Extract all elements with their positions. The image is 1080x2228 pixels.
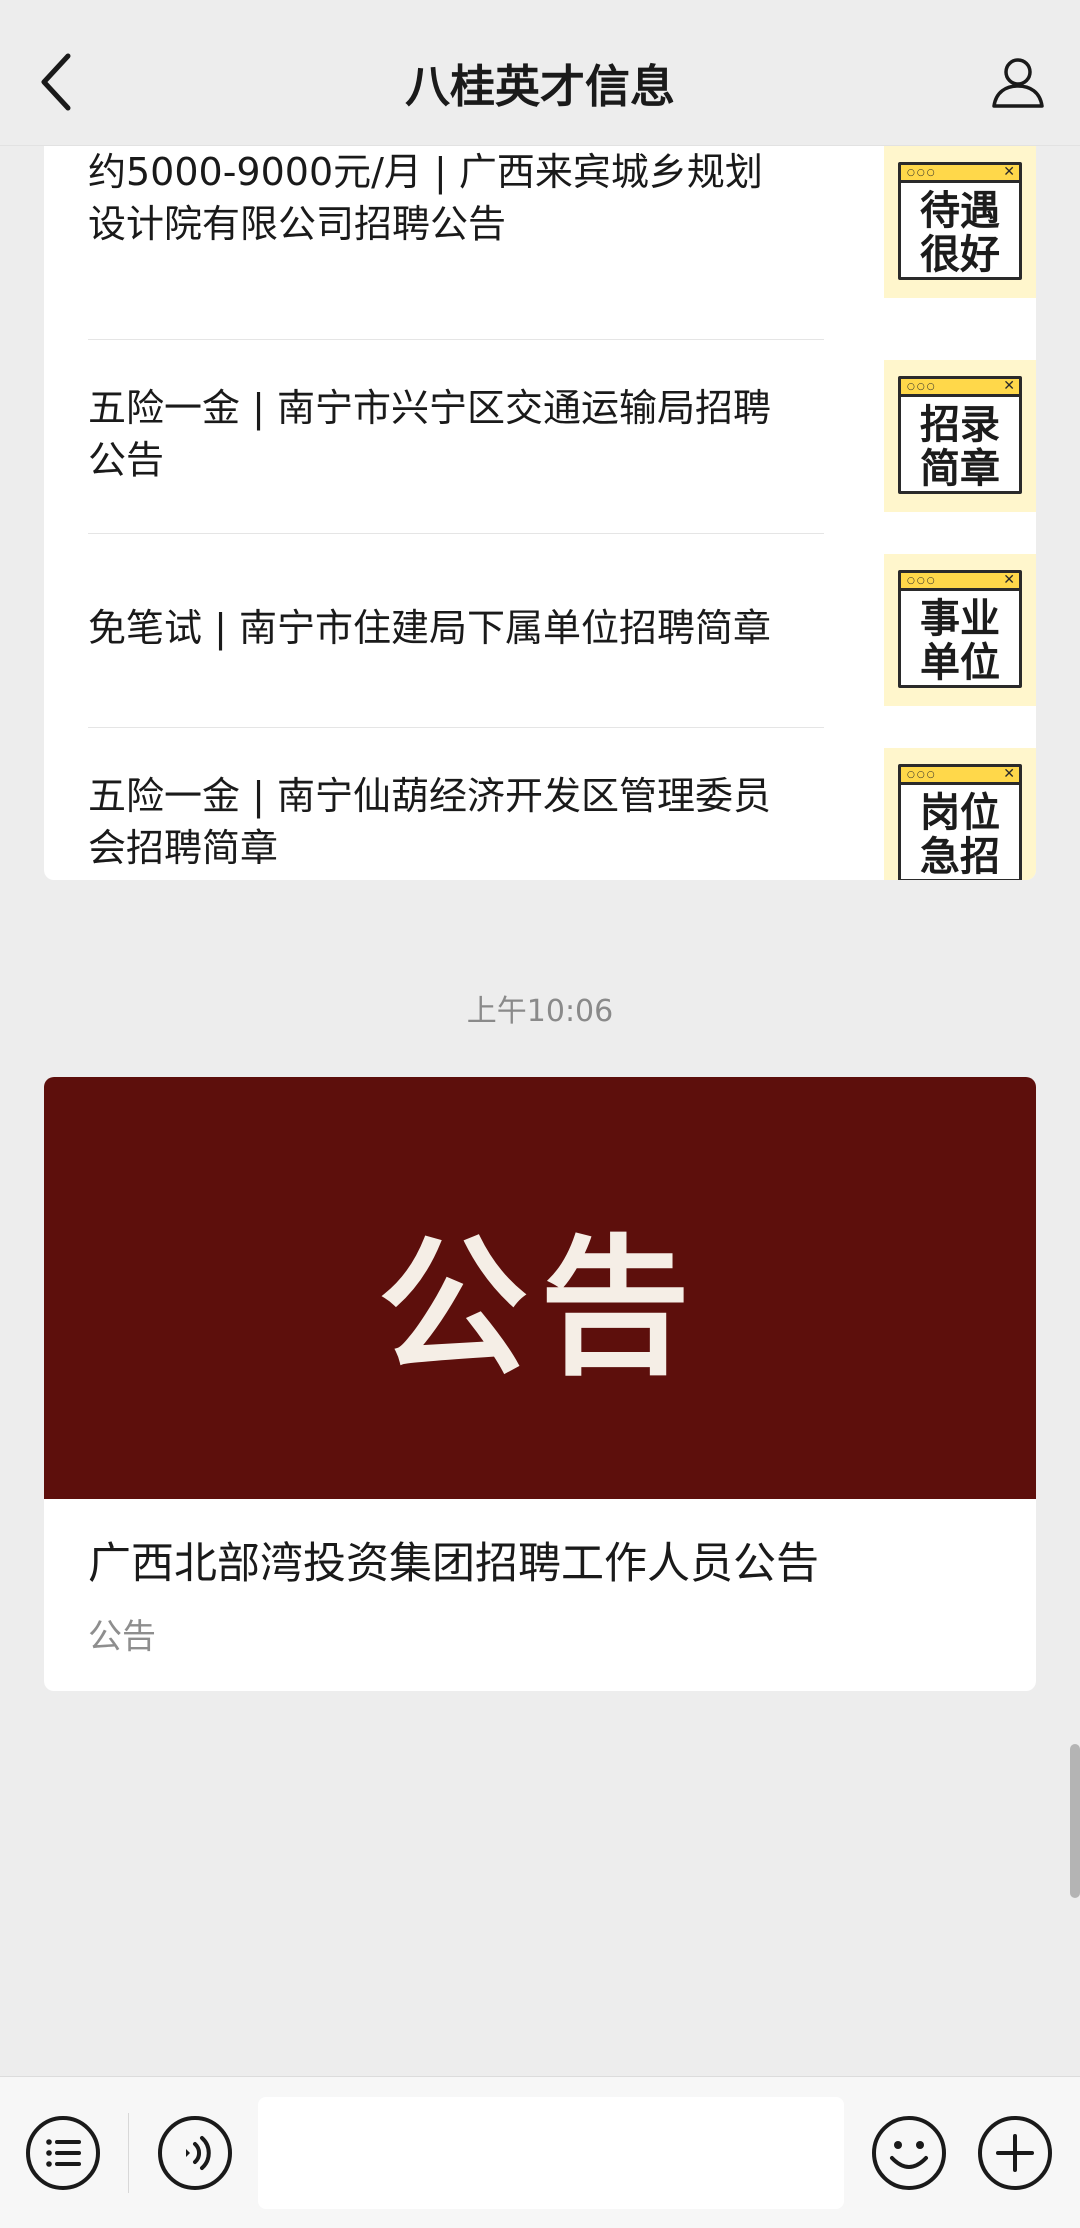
plus-icon[interactable]: [976, 2114, 1054, 2192]
announcement-banner: 公告: [44, 1077, 1036, 1499]
message-list[interactable]: 约5000-9000元/月 | 广西来宾城乡规划 设计院有限公司招聘公告 ○○○…: [0, 146, 1080, 2076]
person-icon[interactable]: [990, 54, 1046, 110]
article-title-line: 免笔试 | 南宁市住建局下属单位招聘简章: [88, 606, 771, 650]
banner-text: 公告: [377, 1220, 702, 1396]
thumbnail-text: 简章: [920, 446, 1000, 492]
announcement-subtitle: 公告: [88, 1617, 156, 1657]
thumbnail-text: 事业: [920, 596, 1000, 642]
thumbnail-text: 待遇: [920, 188, 1000, 234]
menu-list-icon[interactable]: [24, 2114, 102, 2192]
article-title: 免笔试 | 南宁市住建局下属单位招聘简章: [88, 602, 808, 654]
announcement-title: 广西北部湾投资集团招聘工作人员公告: [88, 1539, 819, 1589]
announcement-card[interactable]: 公告 广西北部湾投资集团招聘工作人员公告 公告: [44, 1077, 1036, 1691]
voice-icon[interactable]: [156, 2114, 234, 2192]
thumbnail-text: 招录: [920, 402, 1000, 448]
article-title: 五险一金 | 南宁仙葫经济开发区管理委员 会招聘简章: [88, 770, 808, 874]
article-item[interactable]: 约5000-9000元/月 | 广西来宾城乡规划 设计院有限公司招聘公告 ○○○…: [88, 146, 1036, 340]
article-title: 约5000-9000元/月 | 广西来宾城乡规划 设计院有限公司招聘公告: [88, 146, 808, 250]
thumbnail-window: ○○○ ✕ 招录 简章: [898, 376, 1022, 494]
article-title-line: 公告: [88, 438, 165, 482]
thumbnail-window: ○○○ ✕ 事业 单位: [898, 570, 1022, 688]
page-title: 八桂英才信息: [404, 60, 675, 113]
article-title-line: 五险一金 | 南宁市兴宁区交通运输局招聘: [88, 386, 771, 430]
article-item[interactable]: 五险一金 | 南宁仙葫经济开发区管理委员 会招聘简章 ○○○ ✕ 岗位 急招: [88, 728, 1036, 880]
article-title: 五险一金 | 南宁市兴宁区交通运输局招聘 公告: [88, 382, 808, 486]
close-icon: ✕: [1003, 766, 1015, 782]
scrollbar[interactable]: [1070, 1744, 1080, 1898]
thumbnail-text: 急招: [920, 834, 1000, 880]
article-title-line: 约5000-9000元/月 | 广西来宾城乡规划: [88, 150, 763, 194]
thumbnail-text: 单位: [920, 640, 1000, 686]
article-thumbnail: ○○○ ✕ 岗位 急招: [884, 748, 1036, 880]
article-title-line: 会招聘简章: [88, 826, 279, 870]
article-list-card: 约5000-9000元/月 | 广西来宾城乡规划 设计院有限公司招聘公告 ○○○…: [44, 146, 1036, 880]
bottom-input-bar: [0, 2076, 1080, 2228]
thumbnail-text: 很好: [920, 232, 1000, 278]
article-thumbnail: ○○○ ✕ 事业 单位: [884, 554, 1036, 706]
article-title-line: 五险一金 | 南宁仙葫经济开发区管理委员: [88, 774, 771, 818]
thumbnail-text: 岗位: [920, 790, 1000, 836]
message-input[interactable]: [258, 2097, 844, 2209]
article-thumbnail: ○○○ ✕ 招录 简章: [884, 360, 1036, 512]
thumbnail-window: ○○○ ✕ 待遇 很好: [898, 162, 1022, 280]
close-icon: ✕: [1003, 164, 1015, 180]
thumbnail-window: ○○○ ✕ 岗位 急招: [898, 764, 1022, 880]
article-thumbnail: ○○○ ✕ 待遇 很好: [884, 146, 1036, 298]
article-item[interactable]: 免笔试 | 南宁市住建局下属单位招聘简章 ○○○ ✕ 事业 单位: [88, 534, 1036, 728]
close-icon: ✕: [1003, 378, 1015, 394]
message-timestamp: 上午10:06: [466, 994, 614, 1029]
article-title-line: 设计院有限公司招聘公告: [88, 202, 507, 246]
article-item[interactable]: 五险一金 | 南宁市兴宁区交通运输局招聘 公告 ○○○ ✕ 招录 简章: [88, 340, 1036, 534]
emoji-icon[interactable]: [870, 2114, 948, 2192]
close-icon: ✕: [1003, 572, 1015, 588]
separator: [128, 2113, 129, 2193]
top-bar: 八桂英才信息: [0, 0, 1080, 146]
